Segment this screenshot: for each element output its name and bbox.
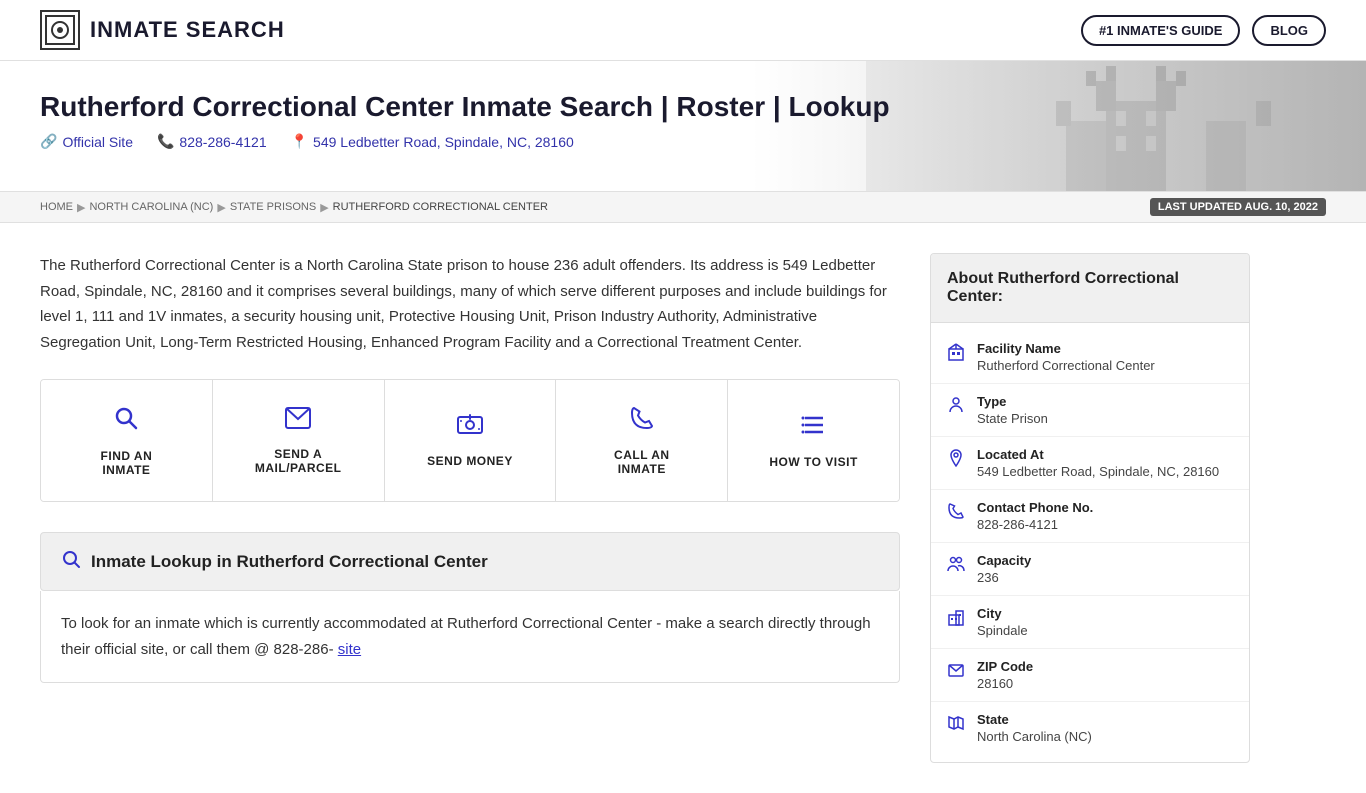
sidebar-row-type: Type State Prison <box>931 384 1249 437</box>
lookup-search-icon <box>61 549 81 574</box>
sidebar-row-capacity: Capacity 236 <box>931 543 1249 596</box>
header: INMATE SEARCH #1 INMATE'S GUIDE BLOG <box>0 0 1366 61</box>
phone-label: Contact Phone No. <box>977 500 1093 515</box>
call-inmate-card[interactable]: CALL ANINMATE <box>556 380 728 501</box>
hero-section: Rutherford Correctional Center Inmate Se… <box>0 61 1366 191</box>
city-value: Spindale <box>977 623 1028 638</box>
sidebar-row-phone: Contact Phone No. 828-286-4121 <box>931 490 1249 543</box>
find-inmate-card[interactable]: FIND ANINMATE <box>41 380 213 501</box>
lookup-site-link[interactable]: site <box>338 641 361 658</box>
logo-svg <box>44 14 76 46</box>
lookup-header-text: Inmate Lookup in Rutherford Correctional… <box>91 552 488 572</box>
sidebar-row-state: State North Carolina (NC) <box>931 702 1249 754</box>
city-icon <box>947 608 967 631</box>
left-column: The Rutherford Correctional Center is a … <box>40 253 900 763</box>
facility-name-label: Facility Name <box>977 341 1155 356</box>
location-label: Located At <box>977 447 1219 462</box>
zip-value: 28160 <box>977 676 1033 691</box>
city-label: City <box>977 606 1028 621</box>
how-to-visit-card[interactable]: HOW TO VISIT <box>728 380 899 501</box>
location-value: 549 Ledbetter Road, Spindale, NC, 28160 <box>977 464 1219 479</box>
sidebar-card: About Rutherford Correctional Center: Fa… <box>930 253 1250 763</box>
sidebar-row-location: Located At 549 Ledbetter Road, Spindale,… <box>931 437 1249 490</box>
building-icon <box>947 343 967 366</box>
contact-phone-icon <box>947 502 967 525</box>
person-icon <box>947 396 967 419</box>
map-icon <box>947 714 967 737</box>
search-icon <box>112 404 140 439</box>
page-title: Rutherford Correctional Center Inmate Se… <box>40 91 890 123</box>
description-text: The Rutherford Correctional Center is a … <box>40 253 900 355</box>
mail-zip-icon <box>947 661 967 684</box>
breadcrumb-current: RUTHERFORD CORRECTIONAL CENTER <box>333 201 548 213</box>
call-inmate-label: CALL ANINMATE <box>614 448 670 476</box>
breadcrumb-home[interactable]: HOME <box>40 201 73 213</box>
meta-info: 🔗 Official Site 📞 828-286-4121 📍 549 Led… <box>40 133 1326 150</box>
logo-area: INMATE SEARCH <box>40 10 285 50</box>
breadcrumb-sep-1: ▶ <box>77 201 85 214</box>
lookup-header: Inmate Lookup in Rutherford Correctional… <box>40 532 900 591</box>
location-content: Located At 549 Ledbetter Road, Spindale,… <box>977 447 1219 479</box>
logo-icon <box>40 10 80 50</box>
zip-label: ZIP Code <box>977 659 1033 674</box>
right-sidebar: About Rutherford Correctional Center: Fa… <box>930 253 1250 763</box>
list-icon <box>801 412 827 445</box>
hero-content: Rutherford Correctional Center Inmate Se… <box>40 91 1326 150</box>
city-content: City Spindale <box>977 606 1028 638</box>
logo-text: INMATE SEARCH <box>90 17 285 43</box>
state-value: North Carolina (NC) <box>977 729 1092 744</box>
phone-content: Contact Phone No. 828-286-4121 <box>977 500 1093 532</box>
breadcrumb-state-prisons[interactable]: STATE PRISONS <box>230 201 316 213</box>
state-content: State North Carolina (NC) <box>977 712 1092 744</box>
sidebar-row-facility: Facility Name Rutherford Correctional Ce… <box>931 331 1249 384</box>
breadcrumb-sep-3: ▶ <box>320 201 328 214</box>
main-content: The Rutherford Correctional Center is a … <box>0 223 1366 793</box>
state-label: State <box>977 712 1092 727</box>
official-site-link[interactable]: 🔗 Official Site <box>40 133 133 150</box>
type-value: State Prison <box>977 411 1048 426</box>
send-mail-label: SEND AMAIL/PARCEL <box>255 447 342 475</box>
blog-button[interactable]: BLOG <box>1252 15 1326 46</box>
send-money-card[interactable]: SEND MONEY <box>385 380 557 501</box>
send-mail-card[interactable]: SEND AMAIL/PARCEL <box>213 380 385 501</box>
sidebar-header: About Rutherford Correctional Center: <box>931 254 1249 323</box>
people-icon <box>947 555 967 578</box>
location-icon: 📍 <box>291 133 308 150</box>
phone-icon <box>629 405 655 438</box>
facility-name-content: Facility Name Rutherford Correctional Ce… <box>977 341 1155 373</box>
sidebar-row-zip: ZIP Code 28160 <box>931 649 1249 702</box>
breadcrumb: HOME ▶ NORTH CAROLINA (NC) ▶ STATE PRISO… <box>0 191 1366 223</box>
how-to-visit-label: HOW TO VISIT <box>769 455 857 469</box>
address-info: 📍 549 Ledbetter Road, Spindale, NC, 2816… <box>291 133 574 150</box>
money-icon <box>456 413 484 444</box>
send-money-label: SEND MONEY <box>427 454 513 468</box>
phone-icon: 📞 <box>157 133 174 150</box>
guide-button[interactable]: #1 INMATE'S GUIDE <box>1081 15 1240 46</box>
lookup-section: Inmate Lookup in Rutherford Correctional… <box>40 532 900 683</box>
capacity-label: Capacity <box>977 553 1031 568</box>
find-inmate-label: FIND ANINMATE <box>101 449 153 477</box>
link-icon: 🔗 <box>40 133 57 150</box>
breadcrumb-sep-2: ▶ <box>217 201 225 214</box>
lookup-body-text: To look for an inmate which is currently… <box>61 611 879 662</box>
location-pin-icon <box>947 449 967 472</box>
capacity-content: Capacity 236 <box>977 553 1031 585</box>
sidebar-row-city: City Spindale <box>931 596 1249 649</box>
breadcrumb-updated: LAST UPDATED AUG. 10, 2022 <box>1150 198 1326 216</box>
type-content: Type State Prison <box>977 394 1048 426</box>
phone-info: 📞 828-286-4121 <box>157 133 267 150</box>
phone-value: 828-286-4121 <box>977 517 1093 532</box>
facility-name-value: Rutherford Correctional Center <box>977 358 1155 373</box>
zip-content: ZIP Code 28160 <box>977 659 1033 691</box>
breadcrumb-nc[interactable]: NORTH CAROLINA (NC) <box>89 201 213 213</box>
type-label: Type <box>977 394 1048 409</box>
sidebar-body: Facility Name Rutherford Correctional Ce… <box>931 323 1249 762</box>
header-nav: #1 INMATE'S GUIDE BLOG <box>1081 15 1326 46</box>
capacity-value: 236 <box>977 570 1031 585</box>
lookup-body: To look for an inmate which is currently… <box>40 591 900 683</box>
action-cards: FIND ANINMATE SEND AMAIL/PARCEL <box>40 379 900 502</box>
mail-icon <box>284 406 312 437</box>
